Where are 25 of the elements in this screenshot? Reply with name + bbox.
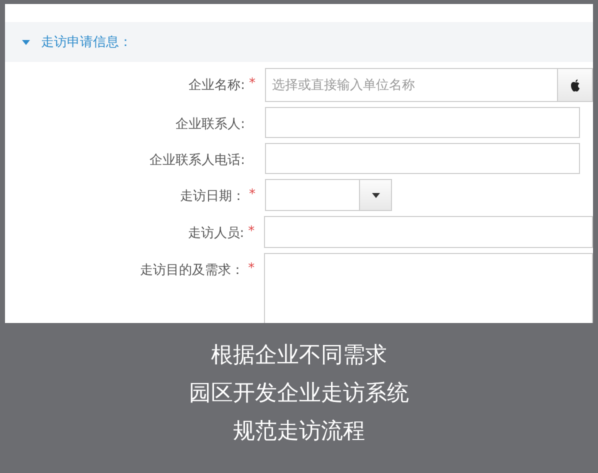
input-field[interactable] xyxy=(264,216,593,248)
required-mark: * xyxy=(249,187,256,202)
company-field[interactable]: 选择或直接输入单位名称 xyxy=(265,68,558,102)
dropdown-button[interactable] xyxy=(360,179,392,211)
required-mark: * xyxy=(248,224,255,239)
caption-line: 园区开发企业走访系统 xyxy=(189,380,409,408)
caption-line: 规范走访流程 xyxy=(233,418,365,446)
section-title: 走访申请信息： xyxy=(41,34,132,51)
apple-icon xyxy=(570,78,580,92)
field-label: 企业名称: xyxy=(188,77,245,94)
date-field[interactable] xyxy=(265,179,360,211)
field-label: 走访目的及需求： xyxy=(139,262,244,279)
input-field[interactable] xyxy=(265,143,580,174)
field-label: 走访人员: xyxy=(186,225,244,242)
required-mark: * xyxy=(249,76,256,91)
caption-line: 根据企业不同需求 xyxy=(211,342,387,370)
required-mark: * xyxy=(248,261,255,276)
lookup-button[interactable] xyxy=(558,68,593,102)
answer-box[interactable] xyxy=(264,253,593,323)
field-label: 企业联系人: xyxy=(174,116,245,133)
input-field[interactable] xyxy=(265,107,580,138)
collapse-icon[interactable] xyxy=(21,38,31,46)
caret-icon xyxy=(372,192,380,198)
field-label: 企业联系人电话: xyxy=(148,152,245,169)
field-label: 走访日期： xyxy=(179,188,245,205)
